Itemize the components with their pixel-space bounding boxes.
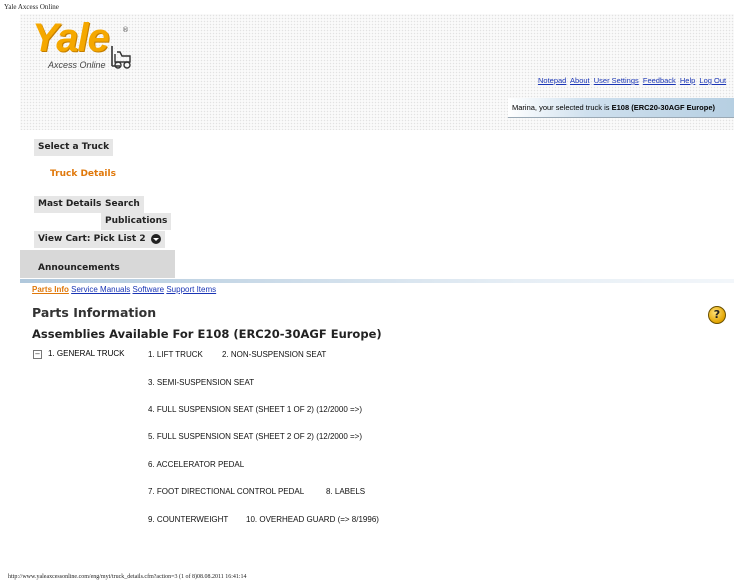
logout-link[interactable]: Log Out [699,76,726,85]
about-link[interactable]: About [570,76,590,85]
browser-title: Yale Axcess Online [4,3,59,11]
nav-mast-details[interactable]: Mast Details [34,196,106,213]
collapse-icon[interactable]: − [33,350,42,359]
help-icon[interactable]: ? [708,306,726,324]
tab-software[interactable]: Software [133,285,165,294]
tab-parts-info[interactable]: Parts Info [32,285,69,294]
view-cart-label: View Cart: Pick List 2 [38,234,146,244]
selected-truck-prefix: Marina, your selected truck is [512,103,612,112]
yale-logo[interactable]: Yale [32,18,110,58]
tree-root-general-truck[interactable]: 1. GENERAL TRUCK [48,349,124,358]
user-settings-link[interactable]: User Settings [594,76,639,85]
divider-bar [20,279,734,283]
logo-subtitle: Axcess Online [48,60,106,70]
feedback-link[interactable]: Feedback [643,76,676,85]
section-title: Assemblies Available For E108 (ERC20-30A… [32,327,382,341]
assembly-item[interactable]: 8. LABELS [326,487,365,496]
assembly-item[interactable]: 3. SEMI-SUSPENSION SEAT [148,378,254,387]
notepad-link[interactable]: Notepad [538,76,566,85]
help-link[interactable]: Help [680,76,695,85]
tab-service-manuals[interactable]: Service Manuals [71,285,130,294]
sub-navigation: Parts Info Service Manuals Software Supp… [32,285,216,294]
assembly-item[interactable]: 4. FULL SUSPENSION SEAT (SHEET 1 OF 2) (… [148,405,362,414]
print-footer-url: http://www.yaleaxcessonline.com/eng/myt/… [8,574,247,580]
nav-select-truck[interactable]: Select a Truck [34,139,114,156]
nav-publications[interactable]: Publications [101,213,172,230]
nav-search[interactable]: Search [101,196,144,213]
nav-view-cart[interactable]: View Cart: Pick List 2 [34,231,165,248]
nav-truck-details[interactable]: Truck Details [50,166,116,183]
assembly-item[interactable]: 5. FULL SUSPENSION SEAT (SHEET 2 OF 2) (… [148,432,362,441]
selected-truck-bar: Marina, your selected truck is E108 (ERC… [508,98,734,118]
tab-support-items[interactable]: Support Items [166,285,216,294]
selected-truck-model: E108 (ERC20-30AGF Europe) [611,103,715,112]
assembly-item[interactable]: 9. COUNTERWEIGHT [148,515,228,524]
registered-mark: ® [122,26,129,34]
top-links: Notepad About User Settings Feedback Hel… [538,76,728,85]
page-title: Parts Information [32,305,157,320]
assembly-item[interactable]: 10. OVERHEAD GUARD (=> 8/1996) [246,515,379,524]
dropdown-arrow-icon[interactable] [150,233,161,244]
assembly-item[interactable]: 6. ACCELERATOR PEDAL [148,460,244,469]
assembly-item[interactable]: 1. LIFT TRUCK [148,350,203,359]
assembly-item[interactable]: 2. NON-SUSPENSION SEAT [222,350,326,359]
forklift-icon [111,46,131,69]
nav-announcements[interactable]: Announcements [38,263,120,273]
assembly-item[interactable]: 7. FOOT DIRECTIONAL CONTROL PEDAL [148,487,304,496]
